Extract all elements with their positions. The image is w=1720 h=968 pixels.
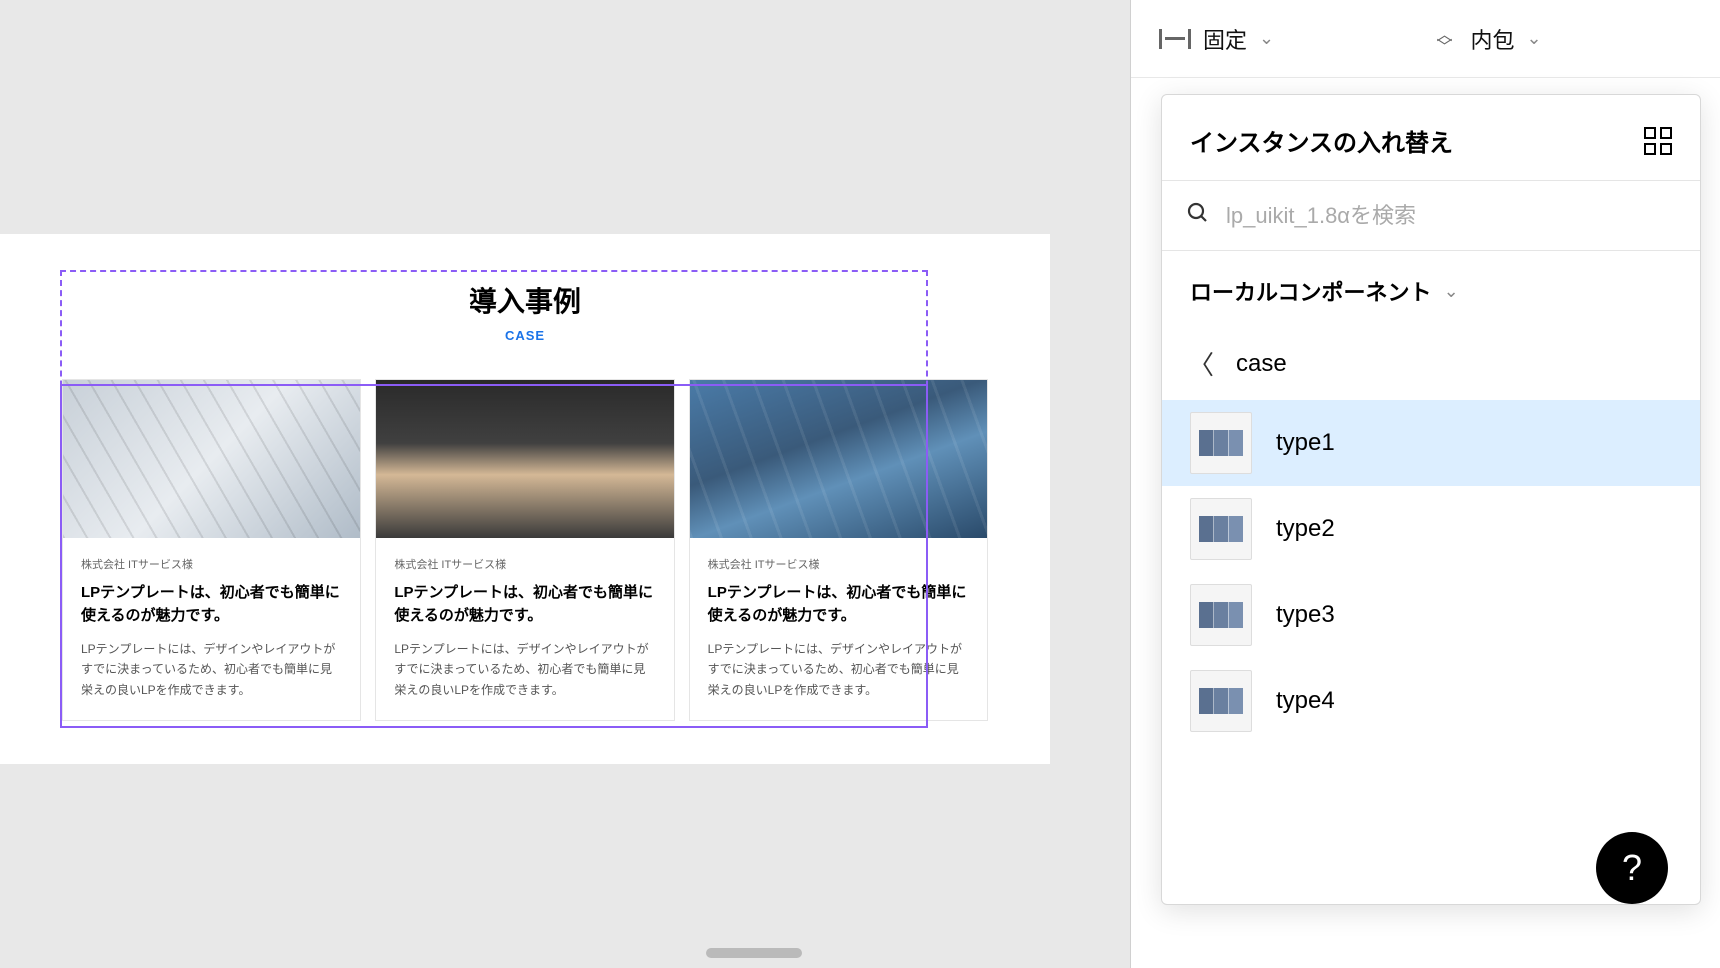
- selection-outline-solid: [60, 384, 928, 728]
- horizontal-constraint-icon: [1159, 29, 1191, 49]
- vertical-constraint-icon: [1435, 25, 1455, 53]
- grid-view-icon[interactable]: [1644, 127, 1672, 155]
- vertical-constraint-dropdown[interactable]: 内包 ⌄: [1435, 23, 1693, 55]
- variant-option-type2[interactable]: type2: [1162, 486, 1700, 572]
- variant-label: type2: [1276, 515, 1335, 543]
- variant-thumbnail: [1190, 584, 1252, 646]
- chevron-left-icon: 〈: [1188, 345, 1214, 382]
- swap-panel-title: インスタンスの入れ替え: [1190, 123, 1453, 158]
- chevron-down-icon: ⌄: [1444, 281, 1459, 302]
- variant-thumbnail: [1190, 498, 1252, 560]
- chevron-down-icon: ⌄: [1527, 28, 1542, 49]
- chevron-down-icon: ⌄: [1259, 28, 1274, 49]
- instance-swap-panel: インスタンスの入れ替え ローカルコンポーネント ⌄ 〈 case type1 t…: [1161, 94, 1701, 905]
- variant-option-type4[interactable]: type4: [1162, 658, 1700, 744]
- variant-label: type1: [1276, 429, 1335, 457]
- component-scope-dropdown[interactable]: ローカルコンポーネント ⌄: [1162, 251, 1700, 331]
- help-icon: ?: [1622, 847, 1642, 889]
- component-search-input[interactable]: [1226, 203, 1676, 229]
- constraints-row: 固定 ⌄ 内包 ⌄: [1131, 0, 1720, 78]
- variant-label: type3: [1276, 601, 1335, 629]
- variant-thumbnail: [1190, 670, 1252, 732]
- variant-option-type3[interactable]: type3: [1162, 572, 1700, 658]
- component-back-button[interactable]: 〈 case: [1162, 331, 1700, 400]
- bottom-drag-handle[interactable]: [706, 948, 802, 958]
- variant-thumbnail: [1190, 412, 1252, 474]
- scope-label: ローカルコンポーネント: [1190, 275, 1432, 307]
- inspector-panel: 固定 ⌄ 内包 ⌄ インスタンスの入れ替え ローカルコンポーネント ⌄ 〈 ca…: [1130, 0, 1720, 968]
- swap-search-row: [1162, 181, 1700, 251]
- search-icon: [1186, 201, 1210, 230]
- variant-option-type1[interactable]: type1: [1162, 400, 1700, 486]
- parent-component-name: case: [1236, 350, 1287, 378]
- canvas-area[interactable]: 導入事例 CASE 株式会社 ITサービス様 LPテンプレートは、初心者でも簡単…: [0, 0, 1130, 968]
- horizontal-constraint-label: 固定: [1203, 23, 1247, 55]
- variant-list: type1 type2 type3 type4: [1162, 400, 1700, 904]
- vertical-constraint-label: 内包: [1471, 23, 1515, 55]
- variant-label: type4: [1276, 687, 1335, 715]
- help-button[interactable]: ?: [1596, 832, 1668, 904]
- horizontal-constraint-dropdown[interactable]: 固定 ⌄: [1159, 23, 1417, 55]
